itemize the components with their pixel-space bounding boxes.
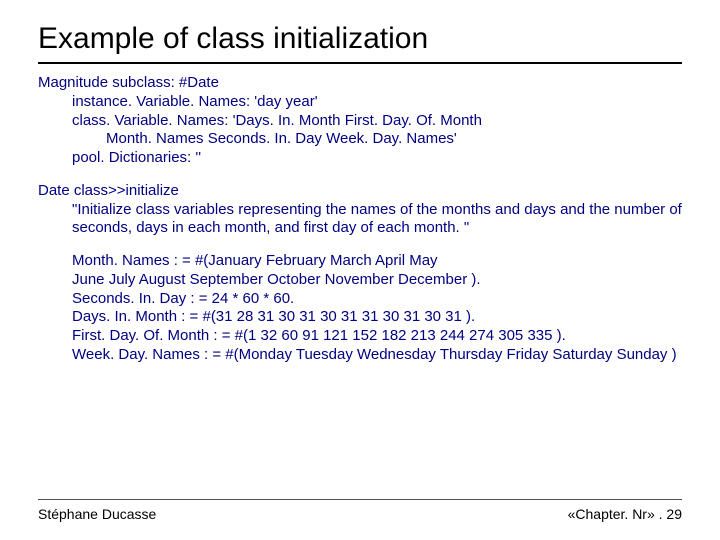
code-line: Days. In. Month : = #(31 28 31 30 31 30 … xyxy=(38,308,682,327)
footer-page: «Chapter. Nr» . 29 xyxy=(568,506,682,522)
code-line: pool. Dictionaries: '' xyxy=(38,149,682,168)
code-line: First. Day. Of. Month : = #(1 32 60 91 1… xyxy=(38,327,682,346)
slide-title: Example of class initialization xyxy=(38,22,682,56)
code-line: instance. Variable. Names: 'day year' xyxy=(38,93,682,112)
code-line: Magnitude subclass: #Date xyxy=(38,74,682,93)
code-line: class. Variable. Names: 'Days. In. Month… xyxy=(38,112,682,131)
title-underline xyxy=(38,62,682,64)
slide-body: Magnitude subclass: #Date instance. Vari… xyxy=(38,74,682,365)
footer-rule xyxy=(38,499,682,500)
slide-footer: Stéphane Ducasse «Chapter. Nr» . 29 xyxy=(0,499,720,522)
code-line: Seconds. In. Day : = 24 * 60 * 60. xyxy=(38,290,682,309)
code-line: Week. Day. Names : = #(Monday Tuesday We… xyxy=(38,346,682,365)
footer-author: Stéphane Ducasse xyxy=(38,506,156,522)
code-line: Month. Names Seconds. In. Day Week. Day.… xyxy=(38,130,682,149)
code-comment: "Initialize class variables representing… xyxy=(38,201,682,239)
code-line: Month. Names : = #(January February Marc… xyxy=(38,252,682,271)
code-line: Date class>>initialize xyxy=(38,182,682,201)
code-line: June July August September October Novem… xyxy=(38,271,682,290)
